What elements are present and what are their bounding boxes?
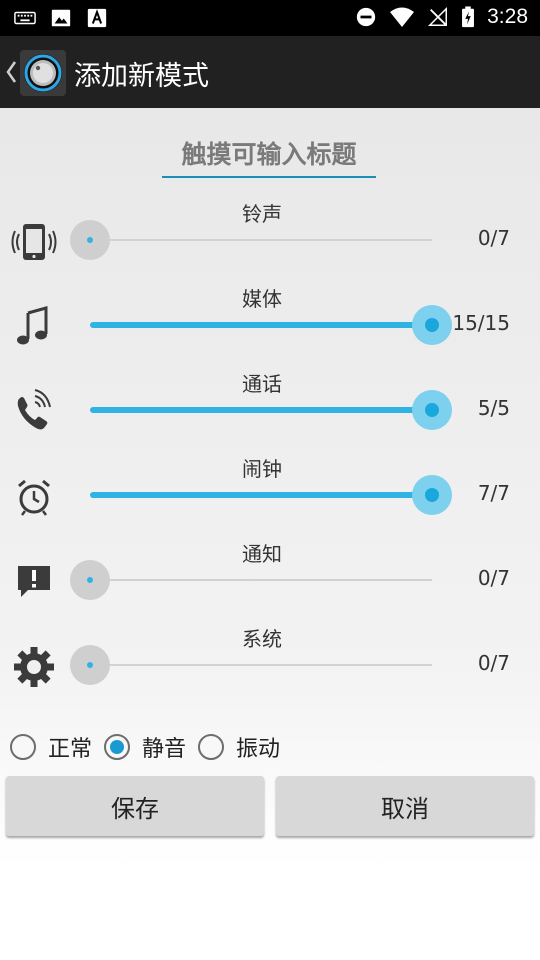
status-bar: 3:28 bbox=[0, 0, 540, 36]
mode-option-silent[interactable]: 静音 bbox=[104, 731, 186, 763]
gear-icon bbox=[14, 647, 54, 687]
radio-label: 正常 bbox=[48, 737, 93, 762]
slider-thumb[interactable] bbox=[70, 220, 110, 260]
row-label: 通话 bbox=[242, 372, 282, 396]
notification-volume-slider[interactable] bbox=[70, 560, 432, 600]
cancel-button[interactable]: 取消 bbox=[276, 776, 534, 836]
mode-radio-group: 正常 静音 振动 bbox=[10, 731, 292, 763]
notification-alert-icon bbox=[18, 566, 50, 597]
call-volume-slider[interactable] bbox=[90, 390, 452, 430]
ringer-volume-slider[interactable] bbox=[70, 220, 432, 260]
volume-row-ringer: 铃声 0/7 bbox=[0, 198, 540, 283]
no-signal-icon bbox=[428, 6, 448, 26]
battery-charging-icon bbox=[462, 6, 475, 28]
radio-button[interactable] bbox=[10, 734, 36, 760]
volume-row-media: 媒体 15/15 bbox=[0, 283, 540, 368]
image-icon bbox=[51, 9, 71, 27]
action-bar: 添加新模式 bbox=[0, 36, 540, 108]
alarm-clock-icon bbox=[18, 479, 50, 516]
row-value: 0/7 bbox=[477, 651, 510, 675]
volume-row-notification: 通知 0/7 bbox=[0, 538, 540, 623]
page-title: 添加新模式 bbox=[74, 61, 209, 92]
save-button[interactable]: 保存 bbox=[6, 776, 264, 836]
slider-thumb[interactable] bbox=[70, 560, 110, 600]
slider-thumb[interactable] bbox=[412, 305, 452, 345]
ringer-phone-icon bbox=[11, 224, 57, 260]
volume-row-system: 系统 0/7 bbox=[0, 623, 540, 708]
mode-option-normal[interactable]: 正常 bbox=[10, 731, 92, 763]
content-area: 铃声 0/7 媒体 15/15 通话 bbox=[0, 108, 540, 960]
slider-thumb[interactable] bbox=[412, 475, 452, 515]
row-value: 15/15 bbox=[452, 311, 510, 335]
alarm-volume-slider[interactable] bbox=[90, 475, 452, 515]
font-a-icon bbox=[87, 8, 107, 28]
back-caret-icon[interactable] bbox=[4, 58, 18, 86]
keyboard-icon bbox=[14, 11, 36, 25]
row-label: 媒体 bbox=[242, 287, 282, 311]
row-value: 0/7 bbox=[477, 226, 510, 250]
call-phone-icon bbox=[17, 389, 51, 430]
music-note-icon bbox=[17, 306, 48, 345]
row-value: 5/5 bbox=[477, 396, 510, 420]
volume-knob-icon[interactable] bbox=[20, 50, 66, 96]
system-volume-slider[interactable] bbox=[70, 645, 432, 685]
do-not-disturb-icon bbox=[356, 7, 376, 27]
radio-label: 静音 bbox=[142, 737, 187, 762]
status-time: 3:28 bbox=[487, 5, 528, 28]
volume-row-call: 通话 5/5 bbox=[0, 368, 540, 453]
row-value: 0/7 bbox=[477, 566, 510, 590]
slider-thumb[interactable] bbox=[70, 645, 110, 685]
title-input[interactable] bbox=[162, 132, 376, 178]
row-label: 闹钟 bbox=[242, 457, 282, 481]
mode-option-vibrate[interactable]: 振动 bbox=[198, 731, 280, 763]
slider-thumb[interactable] bbox=[412, 390, 452, 430]
row-value: 7/7 bbox=[477, 481, 510, 505]
media-volume-slider[interactable] bbox=[90, 305, 452, 345]
radio-button[interactable] bbox=[198, 734, 225, 760]
wifi-icon bbox=[390, 7, 415, 27]
radio-label: 振动 bbox=[236, 737, 281, 762]
radio-button[interactable] bbox=[104, 734, 131, 760]
volume-row-alarm: 闹钟 7/7 bbox=[0, 453, 540, 538]
